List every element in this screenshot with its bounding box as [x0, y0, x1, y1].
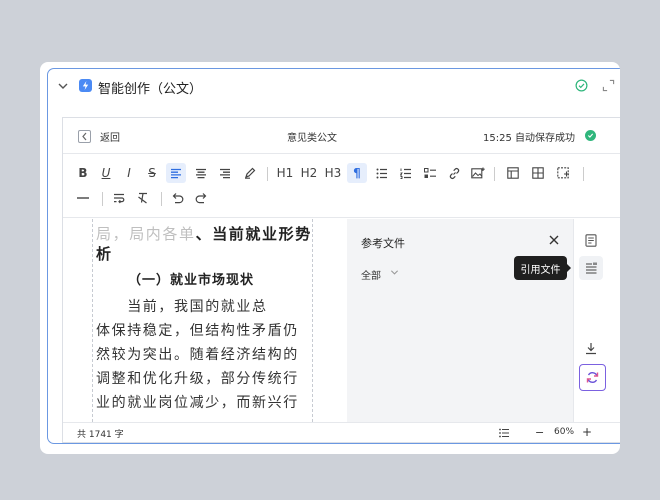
check-circle-icon[interactable] — [575, 79, 588, 92]
status-bar: 共 1741 字 − 60% + — [63, 422, 620, 442]
align-center-icon — [196, 168, 206, 178]
panel-title: 智能创作（公文） — [98, 82, 203, 97]
document-page[interactable]: 局，局内各单、当前就业形势分 析 （一）就业市场现状 当前，我国的就业总 体保持… — [92, 219, 313, 422]
highlight-button[interactable] — [240, 163, 260, 183]
toolbar-divider — [583, 167, 584, 181]
bullet-list-icon — [376, 168, 387, 178]
grid-icon — [532, 167, 544, 179]
text-wrap-icon — [114, 193, 125, 203]
download-button[interactable] — [579, 336, 603, 360]
heading-text: 、当前就业形势分 — [195, 225, 312, 243]
horizontal-rule-icon — [77, 197, 89, 199]
clear-format-icon — [138, 192, 147, 204]
filter-select[interactable]: 全部 — [361, 267, 381, 282]
heading-3-button[interactable]: H3 — [323, 163, 343, 183]
bold-button[interactable]: B — [75, 163, 91, 183]
doc-line: 然较为突出。随着经济结构的 — [96, 347, 299, 363]
editor-header: 返回 意见类公文 15:25 自动保存成功 — [63, 118, 620, 154]
zoom-in-button[interactable]: + — [582, 425, 592, 439]
reference-files-panel: 参考文件 全部 — [347, 219, 573, 422]
format-toolbar: B U I S H1 H2 H3 ¶ — [63, 154, 620, 218]
undo-icon — [172, 193, 184, 204]
document-button[interactable] — [579, 228, 603, 252]
strikethrough-button[interactable]: S — [144, 163, 160, 183]
word-count: 共 1741 字 — [77, 430, 124, 440]
numbered-list-button[interactable] — [396, 163, 416, 183]
highlighter-icon — [245, 167, 256, 179]
tooltip: 引用文件 — [514, 256, 571, 280]
doc-line: 局，局内各单、当前就业形势分 — [96, 223, 312, 244]
document-title: 意见类公文 — [287, 133, 337, 144]
doc-line: 体保持稳定，但结构性矛盾仍 — [96, 323, 299, 339]
align-center-button[interactable] — [191, 163, 211, 183]
bullet-list-button[interactable] — [372, 163, 392, 183]
document-editor: 返回 意见类公文 15:25 自动保存成功 B U I S H1 H2 H3 ¶… — [62, 117, 620, 443]
cite-file-button[interactable] — [579, 256, 603, 280]
align-left-icon — [171, 168, 181, 178]
redo-icon — [195, 193, 207, 204]
editor-body: 局，局内各单、当前就业形势分 析 （一）就业市场现状 当前，我国的就业总 体保持… — [63, 219, 620, 422]
doc-line: 业的就业岗位减少，而新兴行 — [96, 395, 299, 411]
text-wrap-button[interactable] — [109, 188, 129, 208]
align-right-button[interactable] — [215, 163, 235, 183]
link-icon — [449, 167, 459, 179]
insert-box-icon — [556, 167, 569, 179]
save-status: 15:25 自动保存成功 — [483, 133, 575, 144]
align-right-icon — [220, 168, 230, 178]
download-icon — [586, 342, 596, 354]
checklist-button[interactable] — [420, 163, 440, 183]
toolbar-divider — [161, 192, 162, 206]
zoom-out-button[interactable]: − — [535, 426, 544, 439]
close-icon[interactable] — [548, 234, 560, 246]
chevron-down-icon[interactable] — [390, 268, 399, 277]
italic-button[interactable]: I — [121, 163, 137, 183]
reference-panel-title: 参考文件 — [361, 237, 405, 250]
insert-table-button[interactable] — [503, 163, 523, 183]
doc-line: 当前，我国的就业总 — [96, 299, 268, 315]
chevron-down-icon[interactable] — [57, 80, 69, 92]
numbered-list-icon — [400, 168, 411, 179]
table-cells-button[interactable] — [528, 163, 548, 183]
image-icon — [471, 167, 485, 178]
horizontal-rule-button[interactable] — [75, 188, 91, 208]
saved-check-icon — [585, 130, 596, 141]
doc-line: 调整和优化升级，部分传统行 — [96, 371, 299, 387]
redo-button[interactable] — [191, 188, 211, 208]
link-button[interactable] — [444, 163, 464, 183]
undo-button[interactable] — [168, 188, 188, 208]
chevron-left-icon — [82, 132, 87, 141]
clear-format-button[interactable] — [133, 188, 153, 208]
outline-list-icon[interactable] — [499, 428, 509, 438]
toolbar-divider — [267, 167, 268, 181]
lightning-icon — [79, 79, 92, 92]
back-label[interactable]: 返回 — [100, 129, 120, 144]
expand-icon[interactable] — [602, 79, 615, 92]
toolbar-divider — [102, 192, 103, 206]
panel-header: 智能创作（公文） — [48, 69, 620, 103]
toolbar-divider — [494, 167, 495, 181]
right-sidebar — [573, 219, 620, 422]
paragraph-button[interactable]: ¶ — [347, 163, 367, 183]
subheading: （一）就业市场现状 — [128, 273, 255, 288]
underline-button[interactable]: U — [98, 163, 114, 183]
heading-1-button[interactable]: H1 — [275, 163, 295, 183]
back-button[interactable] — [78, 130, 91, 143]
table-icon — [507, 167, 519, 179]
document-icon — [585, 233, 597, 247]
insert-image-button[interactable] — [468, 163, 488, 183]
align-left-button[interactable] — [166, 163, 186, 183]
refresh-icon — [586, 372, 599, 383]
smart-writing-panel: 智能创作（公文） 返回 意见类公文 15:25 自动保存成功 B U I S H… — [47, 68, 620, 444]
zoom-level: 60% — [554, 427, 575, 437]
doc-line: 析 — [96, 245, 113, 263]
app-card: 智能创作（公文） 返回 意见类公文 15:25 自动保存成功 B U I S H… — [40, 62, 620, 454]
heading-2-button[interactable]: H2 — [299, 163, 319, 183]
ghost-text: 局，局内各单 — [96, 225, 196, 243]
quote-list-icon — [585, 262, 597, 274]
refresh-button[interactable] — [579, 364, 606, 391]
checklist-icon — [423, 167, 436, 178]
insert-element-button[interactable] — [553, 163, 573, 183]
